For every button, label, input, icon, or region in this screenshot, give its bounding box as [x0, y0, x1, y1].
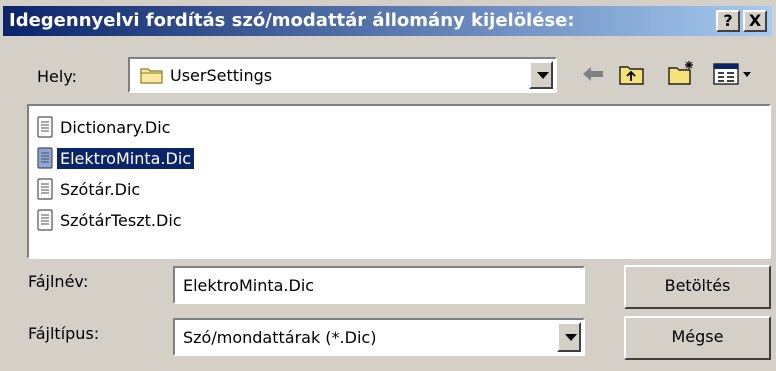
up-folder-icon[interactable]	[619, 62, 645, 90]
close-button[interactable]: X	[743, 10, 767, 32]
location-combo[interactable]: UserSettings	[128, 57, 557, 93]
file-list-item[interactable]: ElektroMinta.Dic	[37, 144, 195, 172]
open-button[interactable]: Betöltés	[624, 265, 771, 309]
location-value: UserSettings	[170, 66, 273, 85]
file-name: ElektroMinta.Dic	[57, 147, 195, 169]
view-menu-icon[interactable]	[713, 62, 753, 90]
new-folder-icon[interactable]	[668, 60, 696, 90]
title-bar[interactable]: Idegennyelvi fordítás szó/modattár állom…	[3, 6, 772, 36]
location-dropdown-arrow[interactable]	[529, 61, 553, 89]
filetype-dropdown-arrow[interactable]	[557, 322, 581, 352]
file-list[interactable]: Dictionary.Dic ElektroMinta.Dic Szótár.Dic…	[27, 104, 771, 259]
filetype-value: Szó/mondattárak (*.Dic)	[183, 328, 377, 347]
cancel-button[interactable]: Mégse	[624, 316, 771, 360]
back-arrow-icon[interactable]	[581, 64, 605, 88]
filename-label: Fájlnév:	[28, 272, 89, 291]
help-button[interactable]: ?	[716, 10, 740, 32]
open-file-dialog: Idegennyelvi fordítás szó/modattár állom…	[0, 0, 776, 371]
file-list-item[interactable]: Dictionary.Dic	[37, 113, 173, 141]
dialog-title: Idegennyelvi fordítás szó/modattár állom…	[9, 10, 575, 31]
file-list-item[interactable]: SzótárTeszt.Dic	[37, 206, 185, 234]
file-name: SzótárTeszt.Dic	[60, 210, 182, 230]
filetype-label: Fájltípus:	[28, 324, 100, 343]
file-name: Dictionary.Dic	[60, 117, 171, 137]
filetype-combo[interactable]: Szó/mondattárak (*.Dic)	[173, 318, 585, 356]
document-icon	[37, 116, 53, 138]
filename-input[interactable]: ElektroMinta.Dic	[173, 266, 585, 304]
document-icon	[37, 147, 53, 169]
file-name: Szótár.Dic	[60, 179, 141, 199]
folder-icon	[140, 66, 164, 88]
document-icon	[37, 178, 53, 200]
filename-value: ElektroMinta.Dic	[183, 276, 315, 295]
document-icon	[37, 209, 53, 231]
location-label: Hely:	[37, 67, 78, 86]
file-list-item[interactable]: Szótár.Dic	[37, 175, 143, 203]
